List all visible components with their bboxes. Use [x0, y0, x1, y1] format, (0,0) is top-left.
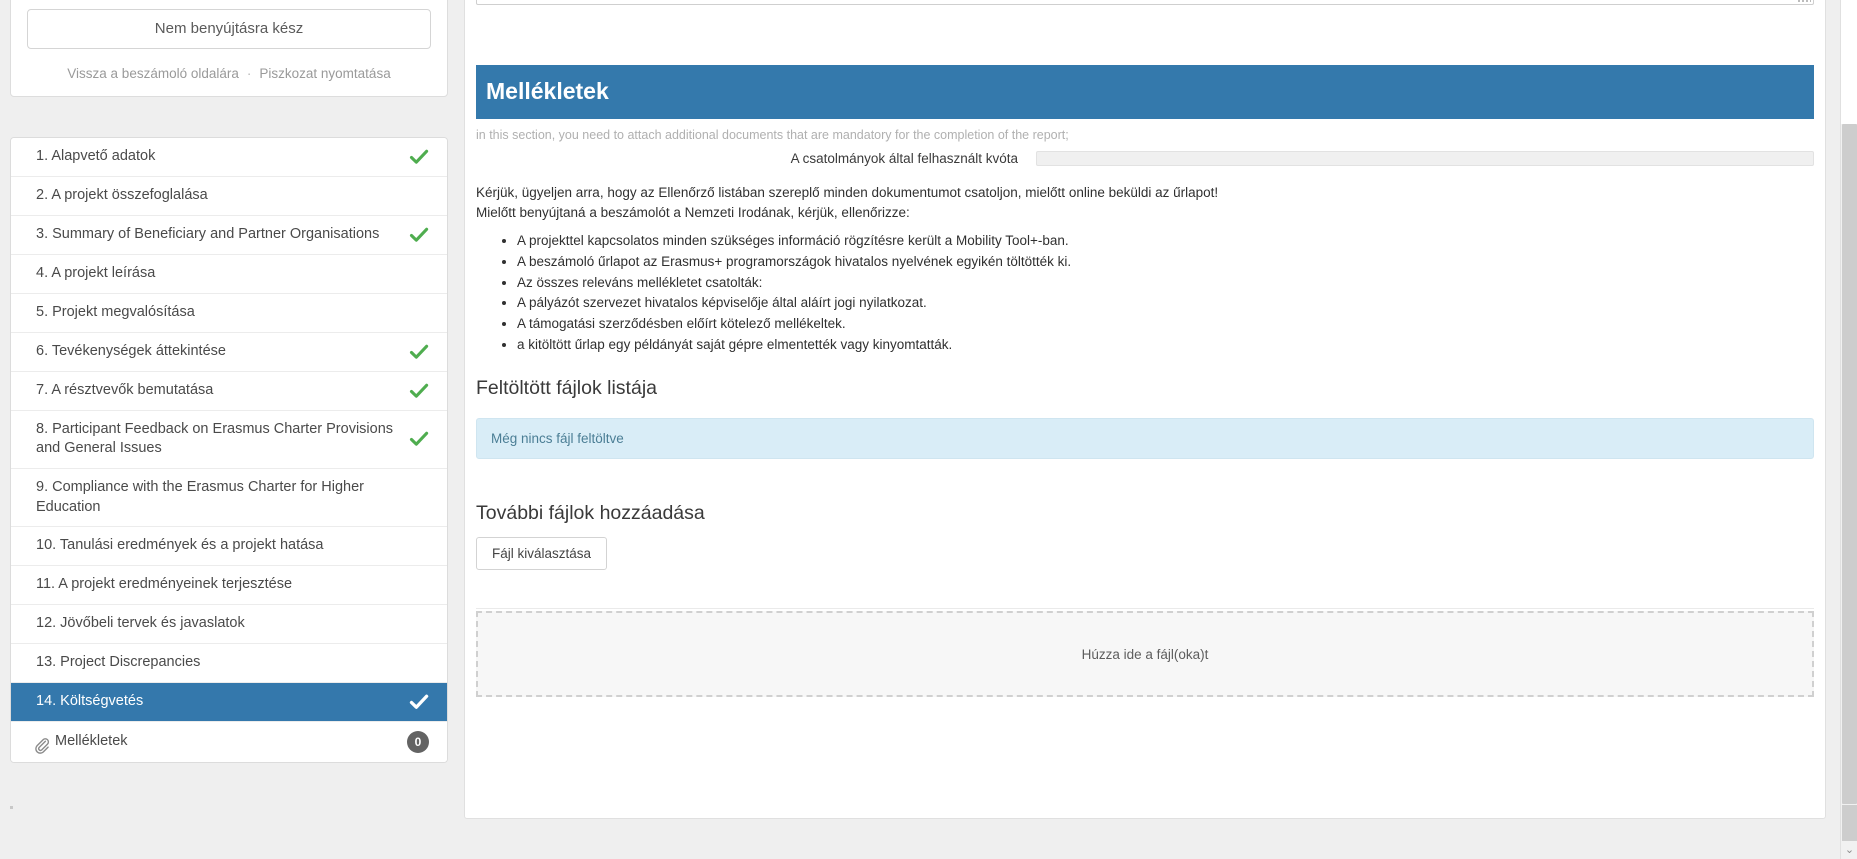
check-placeholder: [409, 303, 429, 323]
choose-file-button[interactable]: Fájl kiválasztása: [476, 537, 608, 571]
browser-scrollbar[interactable]: ⌄: [1840, 0, 1857, 859]
sidebar-status-card: Nem benyújtásra kész Vissza a beszámoló …: [10, 0, 448, 97]
quota-row: A csatolmányok által felhasznált kvóta: [465, 145, 1825, 167]
attachments-panel: Mellékletek in this section, you need to…: [464, 0, 1826, 819]
scrollbar-thumb[interactable]: [1842, 124, 1857, 804]
attachments-count-badge: 0: [407, 731, 429, 754]
intro-line-2: Mielőtt benyújtaná a beszámolót a Nemzet…: [476, 205, 910, 221]
link-separator: ·: [246, 66, 252, 81]
section-note: in this section, you need to attach addi…: [476, 128, 1069, 143]
sidebar-item-label: 14. Költségvetés: [36, 693, 144, 710]
check-icon: [409, 147, 429, 167]
sidebar-item-11[interactable]: 11. A projekt eredményeinek terjesztése: [11, 566, 447, 606]
quota-label: A csatolmányok által felhasznált kvóta: [790, 151, 1018, 167]
panel-spacer: [465, 5, 1825, 65]
sidebar-item-2[interactable]: 2. A projekt összefoglalása: [11, 176, 447, 216]
submission-status-button[interactable]: Nem benyújtásra kész: [27, 9, 431, 49]
check-icon: [409, 429, 429, 449]
dropzone-wrapper: Húzza ide a fájl(oka)t: [476, 608, 1814, 698]
check-icon: [409, 342, 429, 362]
sidebar-item-label: 12. Jövőbeli tervek és javaslatok: [36, 615, 245, 632]
main-content: Mellékletek in this section, you need to…: [464, 0, 1857, 859]
scrollbar-thumb-bottom[interactable]: [1842, 805, 1857, 841]
checklist-item: Az összes releváns mellékletet csatolták…: [517, 274, 1825, 293]
section-title: Mellékletek: [476, 65, 1814, 120]
checklist-item: A projekttel kapcsolatos minden szüksége…: [517, 232, 1825, 251]
chevron-down-icon[interactable]: ⌄: [1841, 844, 1857, 856]
no-files-alert: Még nincs fájl feltöltve: [476, 417, 1814, 459]
sidebar-item-label: 8. Participant Feedback on Erasmus Chart…: [36, 420, 394, 457]
uploaded-files-heading: Feltöltött fájlok listája: [476, 377, 657, 400]
sidebar-item-14[interactable]: 14. Költségvetés: [11, 683, 447, 723]
sidebar-item-10[interactable]: 10. Tanulási eredmények és a projekt hat…: [11, 527, 447, 567]
check-placeholder: [409, 575, 429, 595]
sidebar-item-label: 7. A résztvevők bemutatása: [36, 382, 214, 399]
check-icon: [409, 381, 429, 401]
check-placeholder: [409, 488, 429, 508]
file-dropzone[interactable]: Húzza ide a fájl(oka)t: [476, 611, 1814, 698]
attachments-label-wrap: Mellékletek: [33, 732, 407, 754]
check-icon: [409, 225, 429, 245]
sidebar-item-label: 5. Projekt megvalósítása: [36, 304, 195, 321]
file-button-row: Fájl kiválasztása: [465, 525, 1825, 571]
sidebar-item-label: 11. A projekt eredményeinek terjesztése: [36, 576, 293, 593]
checklist-item: A támogatási szerződésben előírt kötelez…: [517, 315, 1825, 334]
sidebar-item-label: 2. A projekt összefoglalása: [36, 187, 208, 204]
back-to-report-link[interactable]: Vissza a beszámoló oldalára: [67, 66, 239, 81]
sidebar-item-7[interactable]: 7. A résztvevők bemutatása: [11, 371, 447, 411]
attachments-label: Mellékletek: [55, 733, 128, 750]
previous-textarea-bottom[interactable]: [476, 0, 1814, 5]
check-placeholder: [409, 264, 429, 284]
sidebar-item-4[interactable]: 4. A projekt leírása: [11, 254, 447, 294]
sidebar-item-5[interactable]: 5. Projekt megvalósítása: [11, 293, 447, 333]
intro-line-1: Kérjük, ügyeljen arra, hogy az Ellenőrző…: [476, 185, 1219, 201]
add-files-heading: További fájlok hozzáadása: [476, 501, 705, 524]
scrollbar-track-top[interactable]: [1841, 0, 1857, 124]
sidebar-item-attachments[interactable]: Mellékletek 0: [11, 722, 447, 763]
sidebar-links: Vissza a beszámoló oldalára · Piszkozat ny…: [27, 65, 431, 84]
checklist-item: a kitöltött űrlap egy példányát saját gé…: [517, 336, 1825, 355]
quota-progress-bar: [1036, 151, 1814, 167]
sidebar-item-6[interactable]: 6. Tevékenységek áttekintése: [11, 332, 447, 372]
check-placeholder: [409, 653, 429, 673]
sidebar-item-label: 13. Project Discrepancies: [36, 654, 201, 671]
sidebar-item-label: 3. Summary of Beneficiary and Partner Or…: [36, 226, 380, 243]
print-draft-link[interactable]: Piszkozat nyomtatása: [259, 66, 390, 81]
resize-grip-icon[interactable]: [1798, 0, 1811, 2]
sidebar-item-13[interactable]: 13. Project Discrepancies: [11, 644, 447, 684]
check-icon: [409, 692, 429, 712]
sidebar-item-8[interactable]: 8. Participant Feedback on Erasmus Chart…: [11, 410, 447, 470]
sidebar-item-label: 4. A projekt leírása: [36, 265, 156, 282]
sidebar-item-label: 1. Alapvető adatok: [36, 148, 156, 165]
check-placeholder: [409, 536, 429, 556]
sidebar-item-12[interactable]: 12. Jövőbeli tervek és javaslatok: [11, 605, 447, 645]
check-placeholder: [409, 186, 429, 206]
sidebar: Nem benyújtásra kész Vissza a beszámoló …: [0, 0, 464, 859]
sidebar-item-1[interactable]: 1. Alapvető adatok: [11, 137, 447, 177]
sidebar-item-label: 10. Tanulási eredmények és a projekt hat…: [36, 537, 324, 554]
section-navigation: 1. Alapvető adatok 2. A projekt összefog…: [10, 136, 448, 764]
sidebar-item-label: 9. Compliance with the Erasmus Charter f…: [36, 479, 364, 515]
sidebar-item-9[interactable]: 9. Compliance with the Erasmus Charter f…: [11, 469, 447, 528]
sidebar-decoration-dot: [10, 806, 13, 809]
app-page: Nem benyújtásra kész Vissza a beszámoló …: [0, 0, 1857, 859]
paperclip-icon: [33, 737, 50, 754]
sidebar-item-3[interactable]: 3. Summary of Beneficiary and Partner Or…: [11, 215, 447, 255]
intro-text: Kérjük, ügyeljen arra, hogy az Ellenőrző…: [465, 166, 1825, 222]
checklist: A projekttel kapcsolatos minden szüksége…: [465, 232, 1825, 354]
sidebar-item-label: 6. Tevékenységek áttekintése: [36, 343, 226, 360]
check-placeholder: [409, 614, 429, 634]
checklist-item: A pályázót szervezet hivatalos képviselő…: [517, 294, 1825, 313]
checklist-item: A beszámoló űrlapot az Erasmus+ programo…: [517, 253, 1825, 272]
